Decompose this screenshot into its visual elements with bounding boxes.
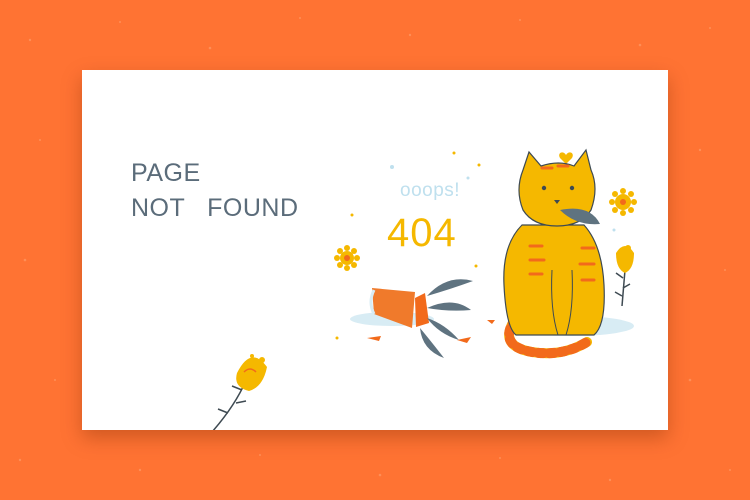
cat-illustration	[503, 148, 605, 359]
flower-icon	[614, 245, 634, 307]
heart-icon	[559, 152, 573, 164]
illustration	[212, 148, 637, 430]
sun-flower-icon	[334, 245, 360, 271]
error-card: PAGE NOT FOUND ooops! 404	[82, 70, 668, 430]
sun-flower-icon	[609, 188, 637, 216]
flower-icon	[212, 354, 267, 430]
